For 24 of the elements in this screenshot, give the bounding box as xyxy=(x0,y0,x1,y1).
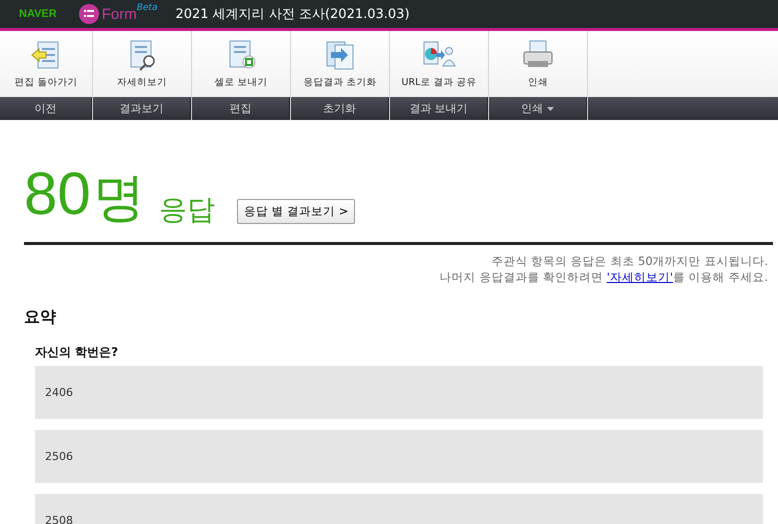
answer-row: 2406 xyxy=(35,366,763,419)
notice-text: 나머지 응답결과를 확인하려면 '자세히보기'를 이용해 주세요. xyxy=(438,269,768,285)
question-title: 자신의 학번은? xyxy=(35,344,120,361)
list-logo-icon xyxy=(78,4,99,24)
notice-text: 주관식 항목의 응답은 최초 50개까지만 표시됩니다. xyxy=(490,253,768,269)
answer-row: 2506 xyxy=(35,430,763,483)
group-label: 초기화 xyxy=(291,97,389,120)
group-label: 편집 xyxy=(192,97,290,120)
group-label: 인쇄 xyxy=(489,97,587,120)
product-name: Form xyxy=(102,6,137,22)
response-label: 응답 xyxy=(158,196,215,224)
answer-row: 2508 xyxy=(35,494,763,524)
caret-icon[interactable] xyxy=(547,106,554,110)
detail-link[interactable]: '자세히보기' xyxy=(606,270,674,284)
beta-tag: Beta xyxy=(136,3,158,13)
survey-title: 2021 세계지리 사전 조사(2021.03.03) xyxy=(175,6,410,23)
group-label: 이전 xyxy=(0,97,92,120)
response-count: 80 xyxy=(24,164,91,224)
section-title: 요약 xyxy=(24,307,57,328)
group-label: 결과 보내기 xyxy=(390,97,488,120)
per-response-button[interactable]: 응답 별 결과보기 > xyxy=(236,199,356,224)
group-label: 결과보기 xyxy=(93,97,191,120)
count-unit: 명 xyxy=(92,172,145,224)
brand-logo[interactable]: NAVER xyxy=(19,8,57,20)
